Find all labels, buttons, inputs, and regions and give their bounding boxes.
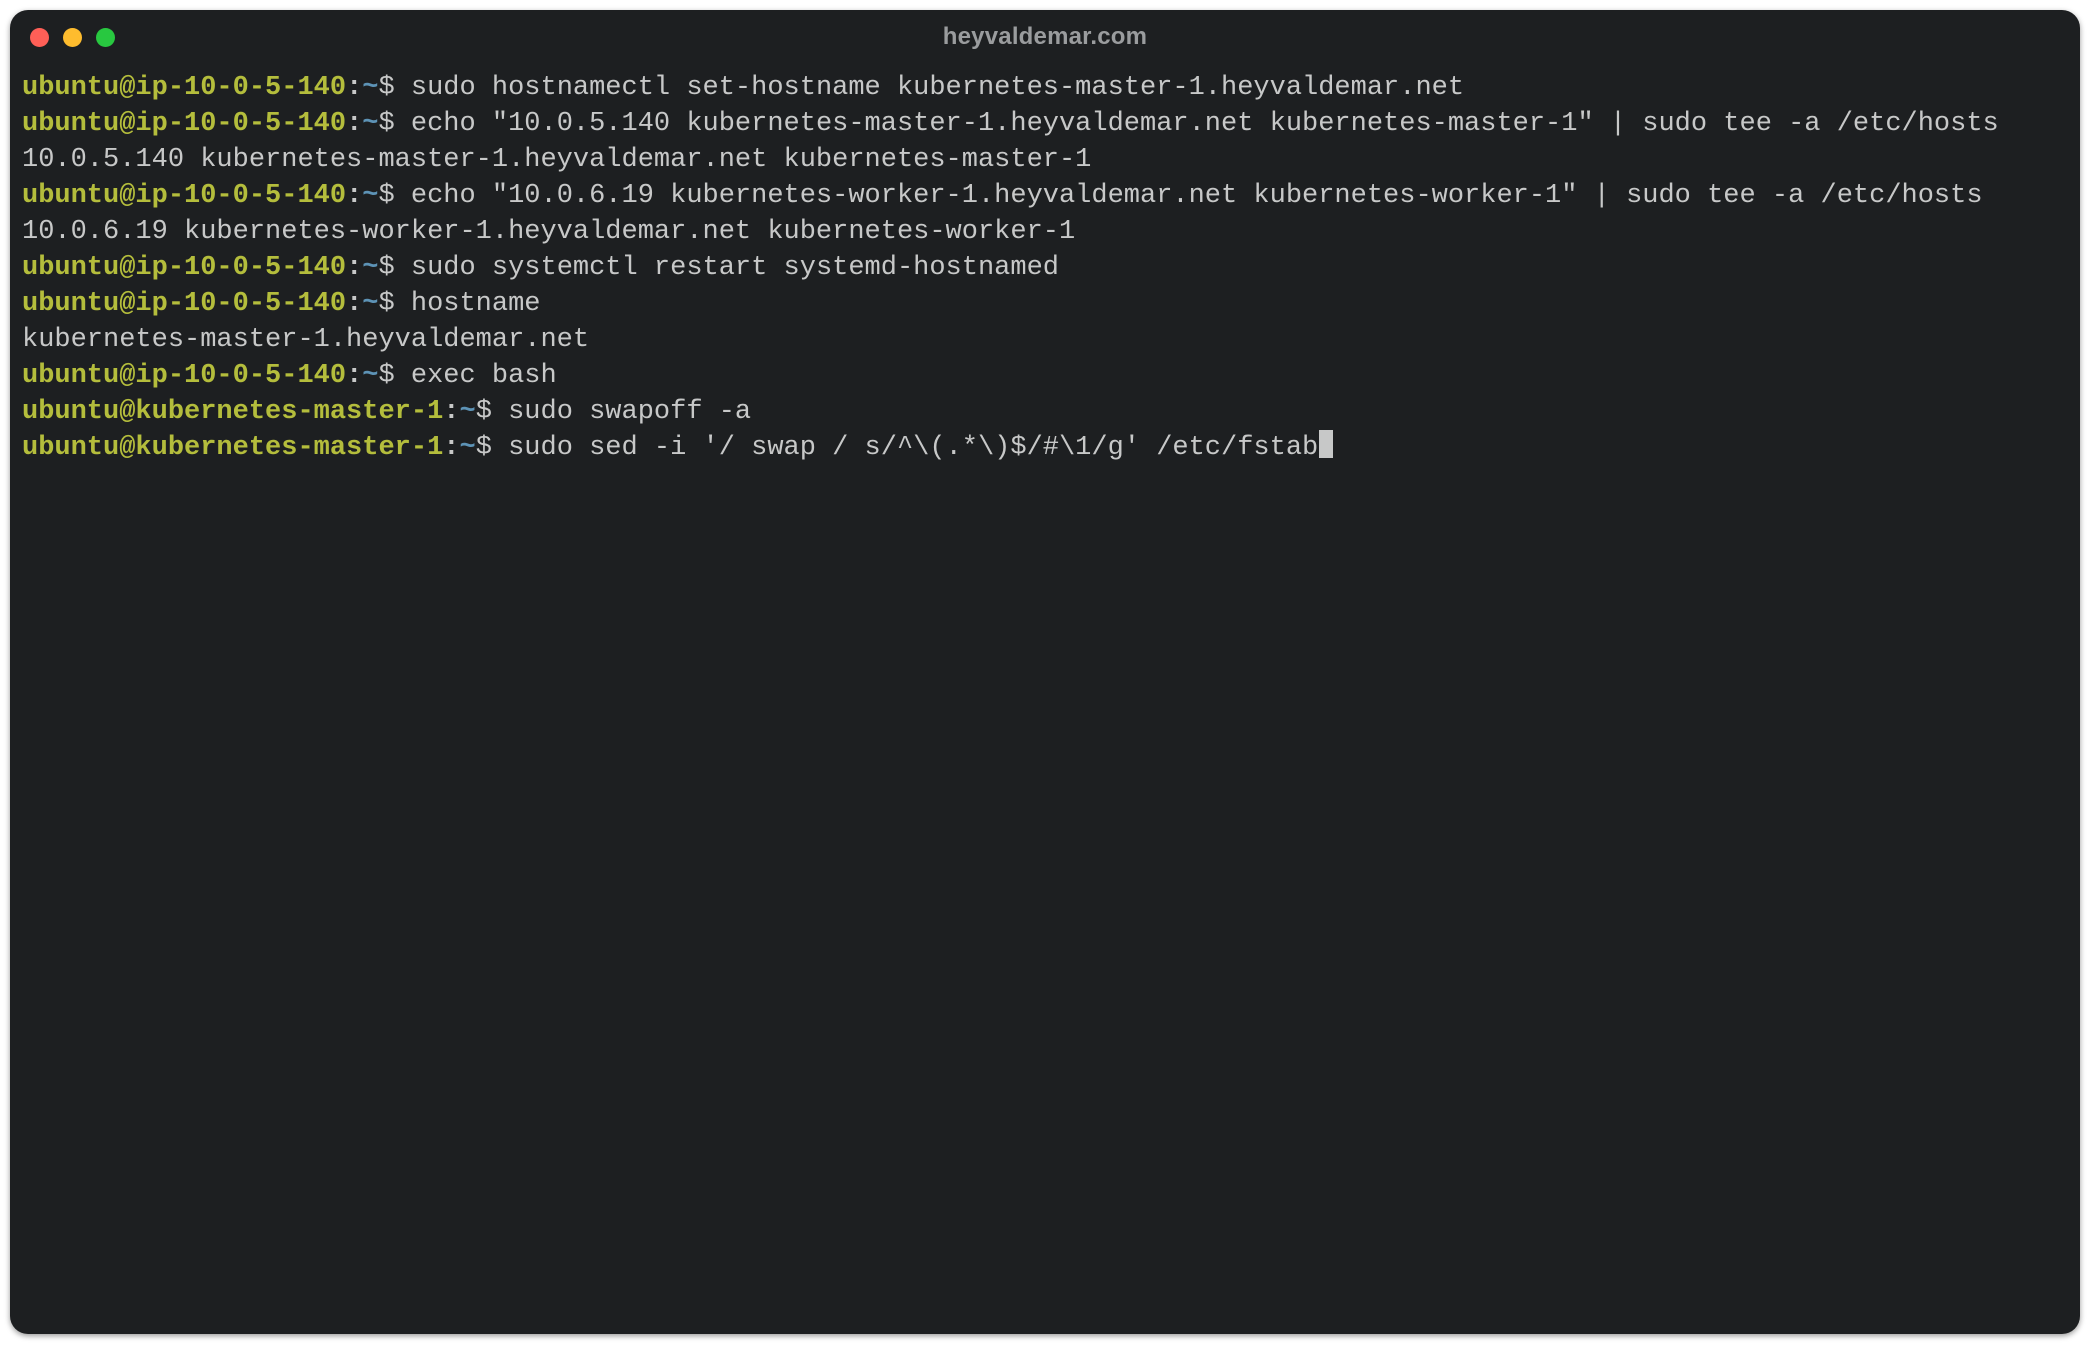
prompt-symbol: $ [378, 253, 410, 283]
prompt-path: ~ [362, 73, 378, 103]
prompt: ubuntu@ip-10-0-5-140:~$ [22, 361, 411, 391]
output-text: 10.0.5.140 kubernetes-master-1.heyvaldem… [22, 145, 1091, 175]
command-text: echo "10.0.5.140 kubernetes-master-1.hey… [411, 109, 1999, 139]
prompt-user-host: ubuntu@kubernetes-master-1 [22, 397, 443, 427]
prompt-symbol: $ [378, 361, 410, 391]
command-text: sudo hostnamectl set-hostname kubernetes… [411, 73, 1464, 103]
terminal-body[interactable]: ubuntu@ip-10-0-5-140:~$ sudo hostnamectl… [10, 64, 2080, 478]
prompt-path: ~ [362, 109, 378, 139]
terminal-output-line: kubernetes-master-1.heyvaldemar.net [22, 322, 2068, 358]
prompt-user-host: ubuntu@ip-10-0-5-140 [22, 289, 346, 319]
traffic-lights [30, 28, 115, 47]
command-text: echo "10.0.6.19 kubernetes-worker-1.heyv… [411, 181, 1983, 211]
command-text: sudo systemctl restart systemd-hostnamed [411, 253, 1059, 283]
prompt-path: ~ [459, 433, 475, 463]
prompt-path: ~ [362, 181, 378, 211]
prompt-separator: : [443, 397, 459, 427]
terminal-command-line: ubuntu@kubernetes-master-1:~$ sudo swapo… [22, 394, 2068, 430]
prompt-symbol: $ [476, 433, 508, 463]
prompt: ubuntu@ip-10-0-5-140:~$ [22, 73, 411, 103]
minimize-icon[interactable] [63, 28, 82, 47]
prompt: ubuntu@ip-10-0-5-140:~$ [22, 289, 411, 319]
terminal-output-line: 10.0.5.140 kubernetes-master-1.heyvaldem… [22, 142, 2068, 178]
terminal-window: heyvaldemar.com ubuntu@ip-10-0-5-140:~$ … [10, 10, 2080, 1334]
terminal-command-line: ubuntu@ip-10-0-5-140:~$ echo "10.0.5.140… [22, 106, 2068, 142]
prompt-separator: : [346, 253, 362, 283]
prompt-separator: : [346, 361, 362, 391]
prompt-path: ~ [362, 253, 378, 283]
prompt-path: ~ [362, 289, 378, 319]
prompt-symbol: $ [476, 397, 508, 427]
output-text: kubernetes-master-1.heyvaldemar.net [22, 325, 589, 355]
terminal-command-line: ubuntu@ip-10-0-5-140:~$ sudo systemctl r… [22, 250, 2068, 286]
window-title: heyvaldemar.com [10, 23, 2080, 51]
prompt-user-host: ubuntu@ip-10-0-5-140 [22, 109, 346, 139]
prompt-user-host: ubuntu@ip-10-0-5-140 [22, 73, 346, 103]
prompt-symbol: $ [378, 181, 410, 211]
prompt: ubuntu@ip-10-0-5-140:~$ [22, 109, 411, 139]
prompt-separator: : [346, 289, 362, 319]
prompt-symbol: $ [378, 289, 410, 319]
terminal-output-line: 10.0.6.19 kubernetes-worker-1.heyvaldema… [22, 214, 2068, 250]
prompt-user-host: ubuntu@ip-10-0-5-140 [22, 181, 346, 211]
cursor-icon [1319, 430, 1333, 458]
prompt: ubuntu@kubernetes-master-1:~$ [22, 397, 508, 427]
close-icon[interactable] [30, 28, 49, 47]
terminal-command-line: ubuntu@ip-10-0-5-140:~$ echo "10.0.6.19 … [22, 178, 2068, 214]
prompt-separator: : [443, 433, 459, 463]
output-text: 10.0.6.19 kubernetes-worker-1.heyvaldema… [22, 217, 1075, 247]
terminal-command-line: ubuntu@ip-10-0-5-140:~$ hostname [22, 286, 2068, 322]
terminal-command-line: ubuntu@kubernetes-master-1:~$ sudo sed -… [22, 430, 2068, 466]
prompt-path: ~ [362, 361, 378, 391]
prompt-symbol: $ [378, 109, 410, 139]
prompt-symbol: $ [378, 73, 410, 103]
prompt: ubuntu@kubernetes-master-1:~$ [22, 433, 508, 463]
command-text: hostname [411, 289, 541, 319]
terminal-command-line: ubuntu@ip-10-0-5-140:~$ sudo hostnamectl… [22, 70, 2068, 106]
prompt: ubuntu@ip-10-0-5-140:~$ [22, 181, 411, 211]
terminal-command-line: ubuntu@ip-10-0-5-140:~$ exec bash [22, 358, 2068, 394]
prompt-separator: : [346, 181, 362, 211]
zoom-icon[interactable] [96, 28, 115, 47]
prompt-separator: : [346, 73, 362, 103]
prompt-user-host: ubuntu@ip-10-0-5-140 [22, 253, 346, 283]
command-text: exec bash [411, 361, 557, 391]
titlebar: heyvaldemar.com [10, 10, 2080, 64]
command-text: sudo sed -i '/ swap / s/^\(.*\)$/#\1/g' … [508, 433, 1318, 463]
command-text: sudo swapoff -a [508, 397, 751, 427]
prompt-path: ~ [459, 397, 475, 427]
prompt: ubuntu@ip-10-0-5-140:~$ [22, 253, 411, 283]
prompt-user-host: ubuntu@kubernetes-master-1 [22, 433, 443, 463]
prompt-user-host: ubuntu@ip-10-0-5-140 [22, 361, 346, 391]
prompt-separator: : [346, 109, 362, 139]
